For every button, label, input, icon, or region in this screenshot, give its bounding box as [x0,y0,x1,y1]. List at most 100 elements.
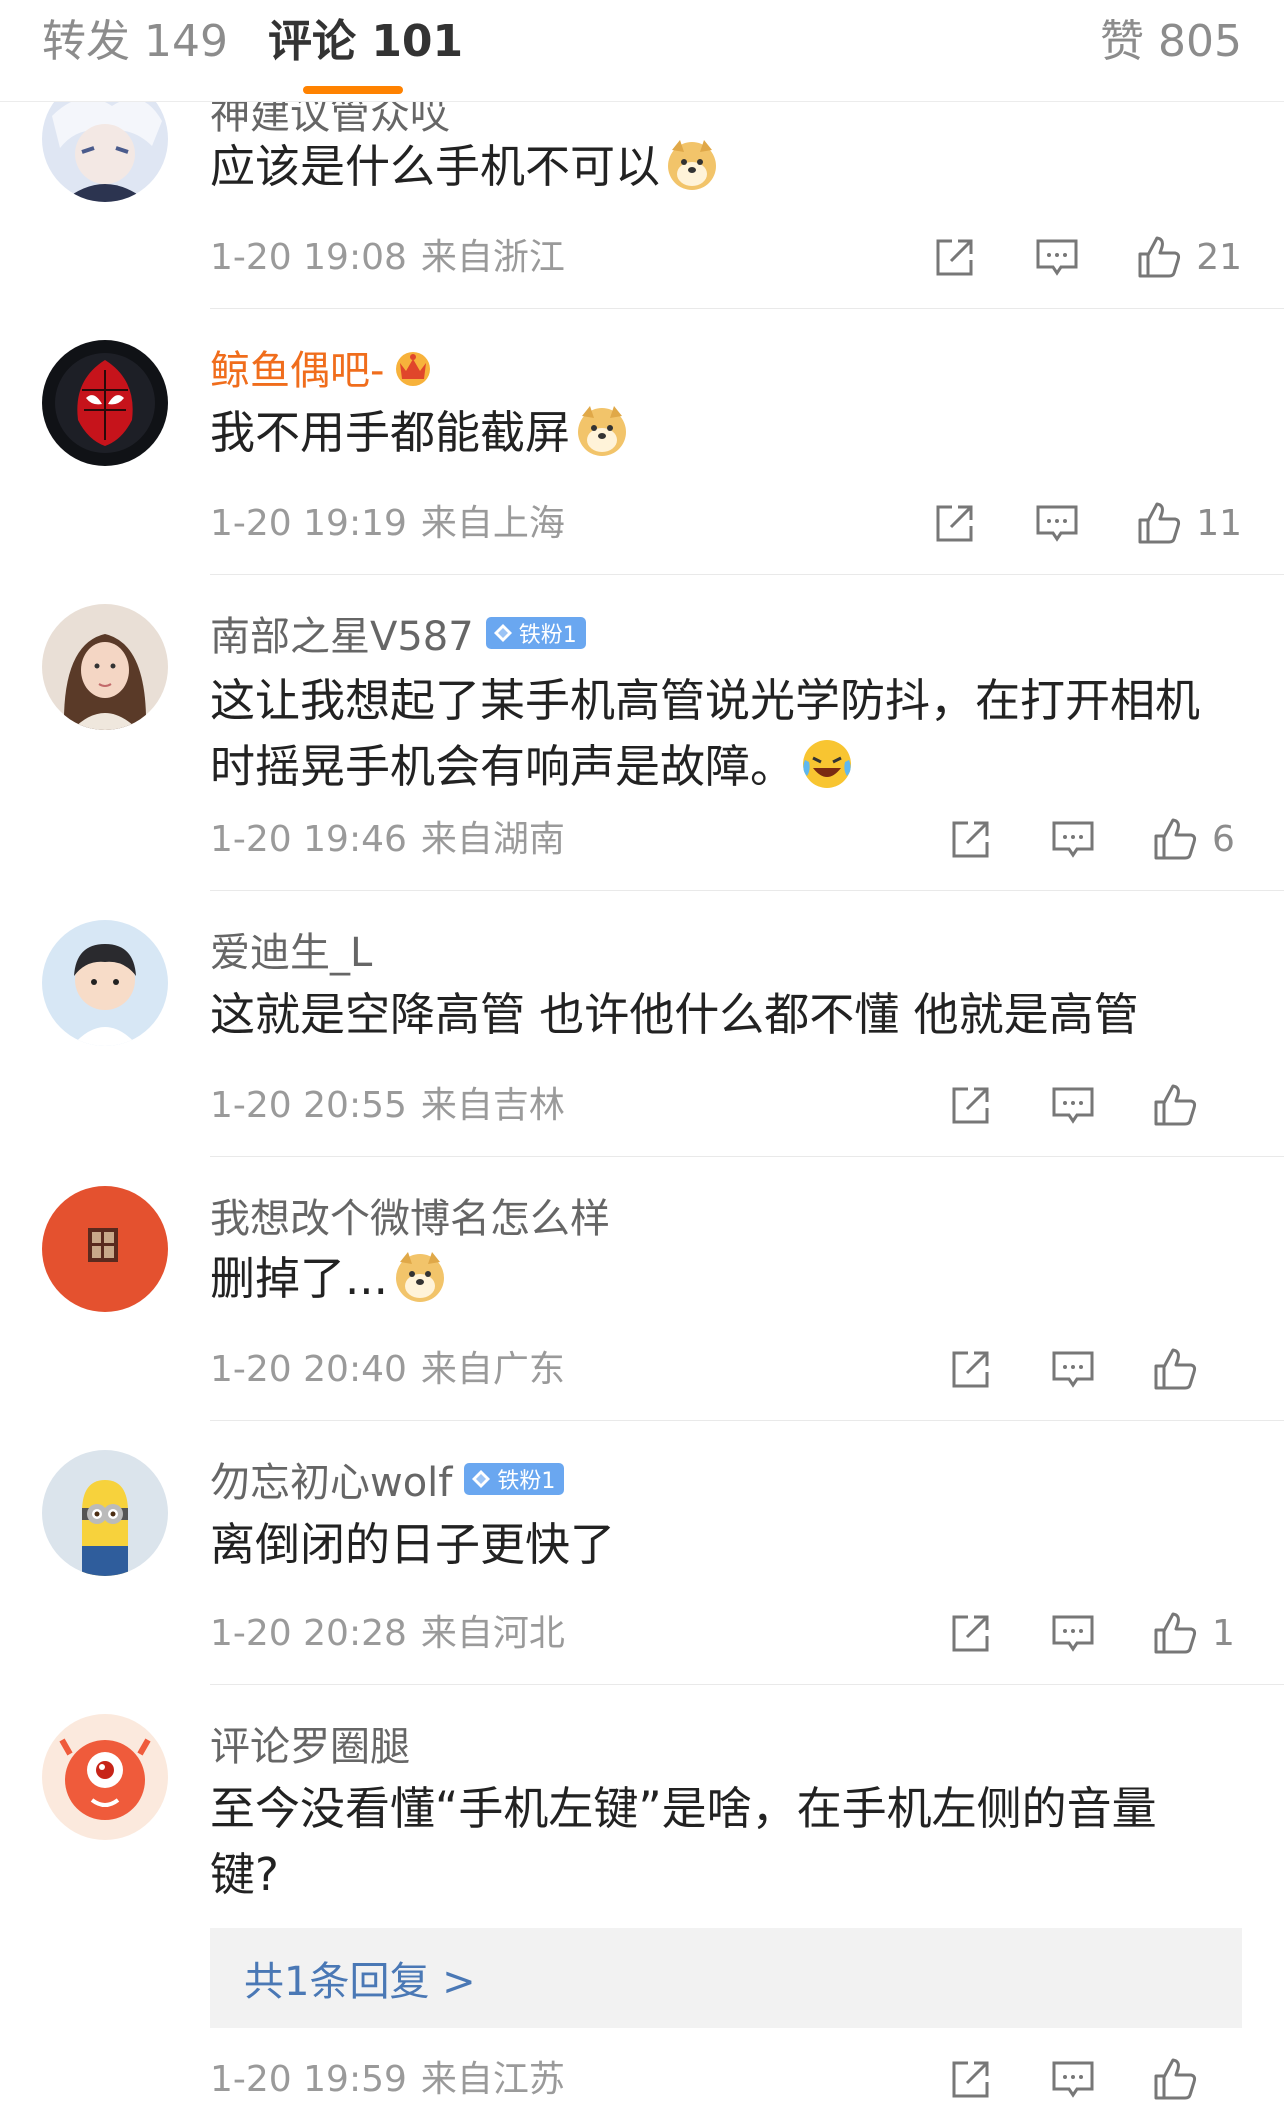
timestamp: 1-20 20:55 [210,1085,407,1126]
tab-comment[interactable]: 评论 101 [268,14,463,70]
laugh-cry-emoji-icon [803,740,852,788]
like-button[interactable] [1150,1080,1200,1130]
location: 来自河北 [420,1613,565,1654]
repost-icon [952,2061,989,2098]
repost-icon [952,1351,989,1388]
comment-meta: 1-20 20:28 来自河北 [210,1612,565,1656]
repost-icon [952,1087,989,1124]
timestamp: 1-20 19:46 [210,819,407,860]
comment-text: 离倒闭的日子更快了 [210,1518,616,1571]
comment-text: 删掉了... [210,1246,1230,1312]
reply-thread-box[interactable]: 共1条回复 > [210,1928,1242,2028]
reply-button[interactable] [1048,2054,1098,2104]
comment-text: 这就是空降高管 也许他什么都不懂 他就是高管 [210,988,1139,1041]
repost-button[interactable] [946,1344,996,1394]
comment-icon [1052,1615,1094,1652]
comment-text: 这让我想起了某手机高管说光学防抖，在打开相机时摇晃手机会有响声是故障。 [210,674,1201,793]
username[interactable]: 爱迪生_L [210,920,372,978]
avatar[interactable] [42,1186,168,1312]
like-count: 6 [1212,818,1235,860]
doge-emoji-icon [578,406,627,456]
thumbs-up-icon [1154,1612,1197,1654]
like-button[interactable] [1134,498,1184,548]
avatar[interactable] [42,1714,168,1840]
repost-icon [936,505,973,542]
timestamp: 1-20 19:08 [210,237,407,278]
avatar[interactable] [42,340,168,466]
crown-icon [396,352,431,386]
username[interactable]: 鲸鱼偶吧- [210,338,384,396]
comment-meta: 1-20 19:08 来自浙江 [210,236,565,280]
repost-button[interactable] [946,1608,996,1658]
avatar[interactable] [42,604,168,730]
comment-meta: 1-20 19:19 来自上海 [210,502,565,546]
reply-button[interactable] [1048,1344,1098,1394]
reply-button[interactable] [1048,1080,1098,1130]
location: 来自湖南 [420,819,565,860]
repost-button[interactable] [946,2054,996,2104]
thumbs-up-icon [1154,1084,1197,1126]
repost-icon [952,1615,989,1652]
divider [210,890,1284,891]
location: 来自广东 [420,1349,565,1390]
comment-feed: 神建议管众哎 应该是什么手机不可以 1-20 19:08 来自浙江 21 鲸鱼偶吧… [0,0,1284,2124]
comment-icon [1052,821,1094,858]
like-button[interactable] [1150,2054,1200,2104]
comment-tab-bar: 转发 149 评论 101 赞 805 [0,0,1284,102]
thumbs-up-icon [1154,818,1197,860]
active-tab-indicator [303,86,403,94]
like-count: 1 [1212,1612,1235,1654]
divider [210,1420,1284,1421]
reply-button[interactable] [1032,232,1082,282]
thumbs-up-icon [1154,1348,1197,1390]
repost-button[interactable] [946,814,996,864]
timestamp: 1-20 20:40 [210,1349,407,1390]
comment-text: 应该是什么手机不可以 [210,134,1230,200]
location: 来自江苏 [420,2059,565,2100]
comment-icon [1052,2061,1094,2098]
comment-icon [1036,505,1078,542]
comment-meta: 1-20 19:59 来自江苏 [210,2058,565,2102]
thumbs-up-icon [1138,236,1181,278]
like-button[interactable] [1134,232,1184,282]
like-count: 21 [1196,236,1242,278]
comment-icon [1052,1087,1094,1124]
timestamp: 1-20 19:19 [210,503,407,544]
like-button[interactable] [1150,814,1200,864]
thumbs-up-icon [1138,502,1181,544]
doge-emoji-icon [395,1252,444,1302]
tab-like[interactable]: 赞 805 [1100,14,1242,70]
like-count: 11 [1196,502,1242,544]
divider [210,308,1284,309]
timestamp: 1-20 19:59 [210,2059,407,2100]
divider [210,574,1284,575]
avatar[interactable] [42,920,168,1046]
repost-button[interactable] [930,498,980,548]
thumbs-up-icon [1154,2058,1197,2100]
location: 来自上海 [420,503,565,544]
fan-badge: 铁粉1 [464,1463,565,1495]
comment-text: 至今没看懂“手机左键”是啥，在手机左侧的音量键? [210,1782,1157,1901]
repost-button[interactable] [946,1080,996,1130]
fan-badge: 铁粉1 [485,617,586,649]
username[interactable]: 我想改个微博名怎么样 [210,1186,610,1244]
doge-emoji-icon [668,140,717,190]
username[interactable]: 南部之星V587 [210,604,474,662]
reply-button[interactable] [1048,814,1098,864]
username[interactable]: 评论罗圈腿 [210,1714,410,1772]
comment-icon [1036,239,1078,276]
reply-button[interactable] [1032,498,1082,548]
like-button[interactable] [1150,1608,1200,1658]
comment-meta: 1-20 19:46 来自湖南 [210,818,565,862]
comment-icon [1052,1351,1094,1388]
reply-button[interactable] [1048,1608,1098,1658]
like-button[interactable] [1150,1344,1200,1394]
view-replies-link[interactable]: 共1条回复 > [244,1949,476,2007]
tab-repost[interactable]: 转发 149 [42,14,228,70]
repost-button[interactable] [930,232,980,282]
divider [210,1156,1284,1157]
username[interactable]: 勿忘初心wolf [210,1450,452,1508]
diamond-icon [493,624,512,642]
diamond-icon [472,1470,491,1488]
avatar[interactable] [42,1450,168,1576]
